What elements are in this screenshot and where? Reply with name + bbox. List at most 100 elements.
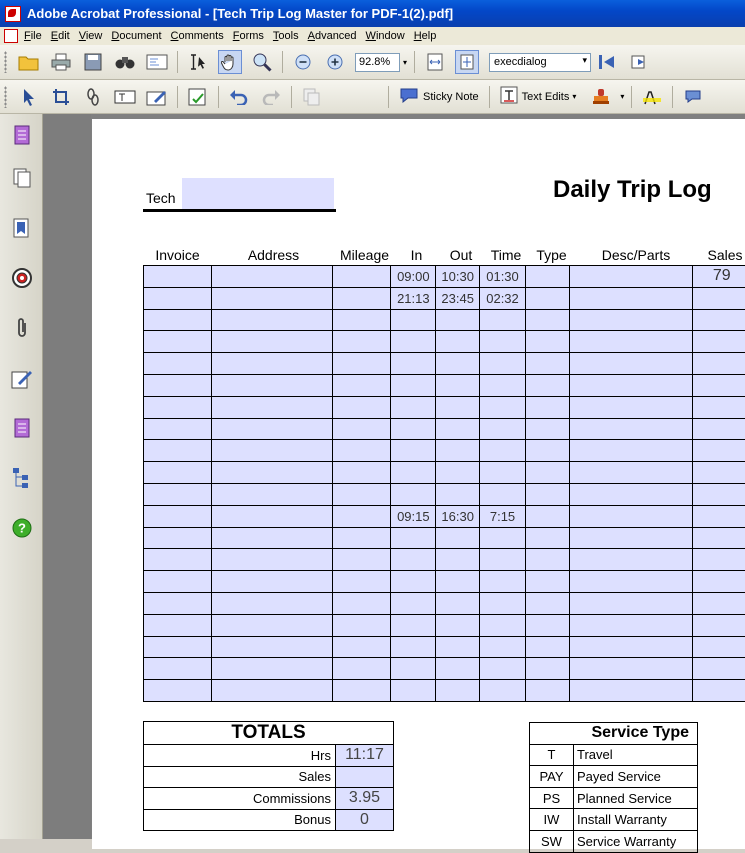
cell-in[interactable]: [391, 309, 436, 331]
model-tree-icon[interactable]: [11, 467, 33, 489]
cell-address[interactable]: [212, 331, 333, 353]
zoom-dropdown-arrow-icon[interactable]: ▾: [403, 58, 407, 67]
cell-desc-parts[interactable]: [570, 483, 692, 505]
redo-icon[interactable]: [259, 85, 283, 109]
cell-out[interactable]: 16:30: [436, 505, 480, 527]
cell-mileage[interactable]: [333, 658, 391, 680]
cell-address[interactable]: [212, 396, 333, 418]
totals-hrs-field[interactable]: 11:17: [336, 745, 394, 767]
cell-in[interactable]: [391, 374, 436, 396]
comments-pen-icon[interactable]: [11, 367, 33, 389]
document-view[interactable]: Tech Daily Trip Log Invoice Address Mile…: [91, 114, 745, 839]
cell-desc-parts[interactable]: [570, 614, 692, 636]
menu-file[interactable]: File: [24, 30, 42, 42]
print-icon[interactable]: [49, 50, 73, 74]
previous-view-icon[interactable]: [595, 50, 619, 74]
cell-sales[interactable]: [692, 331, 745, 353]
cell-type[interactable]: [525, 462, 569, 484]
cell-invoice[interactable]: [144, 462, 212, 484]
pages-icon[interactable]: [11, 167, 33, 189]
cell-time[interactable]: [480, 396, 526, 418]
target-icon[interactable]: [11, 267, 33, 289]
cell-invoice[interactable]: [144, 440, 212, 462]
cell-desc-parts[interactable]: [570, 462, 692, 484]
cell-in[interactable]: [391, 396, 436, 418]
menu-help[interactable]: Help: [414, 30, 437, 42]
totals-bonus-field[interactable]: 0: [336, 809, 394, 831]
signatures-icon[interactable]: [11, 217, 33, 239]
cell-address[interactable]: [212, 374, 333, 396]
cell-type[interactable]: [525, 636, 569, 658]
cell-type[interactable]: [525, 505, 569, 527]
cell-in[interactable]: [391, 680, 436, 702]
cell-mileage[interactable]: [333, 636, 391, 658]
cell-invoice[interactable]: [144, 353, 212, 375]
stamp-dropdown-arrow-icon[interactable]: ▾: [620, 92, 624, 101]
cell-address[interactable]: [212, 614, 333, 636]
cell-in[interactable]: [391, 353, 436, 375]
menu-advanced[interactable]: Advanced: [308, 30, 357, 42]
cell-time[interactable]: 02:32: [480, 287, 526, 309]
chevron-down-icon[interactable]: ▾: [572, 92, 576, 101]
text-field-icon[interactable]: [113, 85, 137, 109]
cell-desc-parts[interactable]: [570, 309, 692, 331]
cell-in[interactable]: [391, 462, 436, 484]
menu-window[interactable]: Window: [366, 30, 405, 42]
cell-out[interactable]: [436, 374, 480, 396]
cell-type[interactable]: [525, 680, 569, 702]
email-icon[interactable]: [145, 50, 169, 74]
cell-desc-parts[interactable]: [570, 418, 692, 440]
cell-desc-parts[interactable]: [570, 331, 692, 353]
cell-desc-parts[interactable]: [570, 266, 692, 288]
cell-address[interactable]: [212, 353, 333, 375]
cell-desc-parts[interactable]: [570, 636, 692, 658]
cell-mileage[interactable]: [333, 309, 391, 331]
cell-time[interactable]: [480, 353, 526, 375]
cell-mileage[interactable]: [333, 266, 391, 288]
cell-desc-parts[interactable]: [570, 680, 692, 702]
cell-in[interactable]: 09:00: [391, 266, 436, 288]
cell-mileage[interactable]: [333, 571, 391, 593]
zoom-in-icon[interactable]: [323, 50, 347, 74]
menu-tools[interactable]: Tools: [273, 30, 299, 42]
cell-out[interactable]: [436, 527, 480, 549]
cell-in[interactable]: [391, 614, 436, 636]
cell-mileage[interactable]: [333, 353, 391, 375]
cell-type[interactable]: [525, 287, 569, 309]
cell-sales[interactable]: [692, 309, 745, 331]
cell-time[interactable]: 01:30: [480, 266, 526, 288]
form-edit-icon[interactable]: [145, 85, 169, 109]
attachments-paperclip-icon[interactable]: [11, 317, 33, 339]
cell-address[interactable]: [212, 440, 333, 462]
cell-type[interactable]: [525, 440, 569, 462]
tech-input[interactable]: [182, 178, 334, 211]
cell-out[interactable]: [436, 658, 480, 680]
cell-type[interactable]: [525, 396, 569, 418]
open-folder-icon[interactable]: [17, 50, 41, 74]
cell-type[interactable]: [525, 527, 569, 549]
zoom-out-icon[interactable]: [291, 50, 315, 74]
layers-icon[interactable]: [11, 417, 33, 439]
cell-mileage[interactable]: [333, 462, 391, 484]
cell-out[interactable]: [436, 483, 480, 505]
cell-address[interactable]: [212, 505, 333, 527]
cell-mileage[interactable]: [333, 527, 391, 549]
cell-time[interactable]: [480, 440, 526, 462]
cell-out[interactable]: [436, 549, 480, 571]
cell-sales[interactable]: [692, 592, 745, 614]
cell-desc-parts[interactable]: [570, 374, 692, 396]
cell-desc-parts[interactable]: [570, 505, 692, 527]
cell-address[interactable]: [212, 658, 333, 680]
menu-document[interactable]: Document: [111, 30, 161, 42]
cell-desc-parts[interactable]: [570, 440, 692, 462]
cell-type[interactable]: [525, 614, 569, 636]
menu-edit[interactable]: Edit: [51, 30, 70, 42]
cell-out[interactable]: 10:30: [436, 266, 480, 288]
cell-desc-parts[interactable]: [570, 353, 692, 375]
cell-sales[interactable]: [692, 614, 745, 636]
cell-mileage[interactable]: [333, 549, 391, 571]
cell-time[interactable]: [480, 571, 526, 593]
cell-invoice[interactable]: [144, 287, 212, 309]
cell-type[interactable]: [525, 331, 569, 353]
cell-address[interactable]: [212, 483, 333, 505]
